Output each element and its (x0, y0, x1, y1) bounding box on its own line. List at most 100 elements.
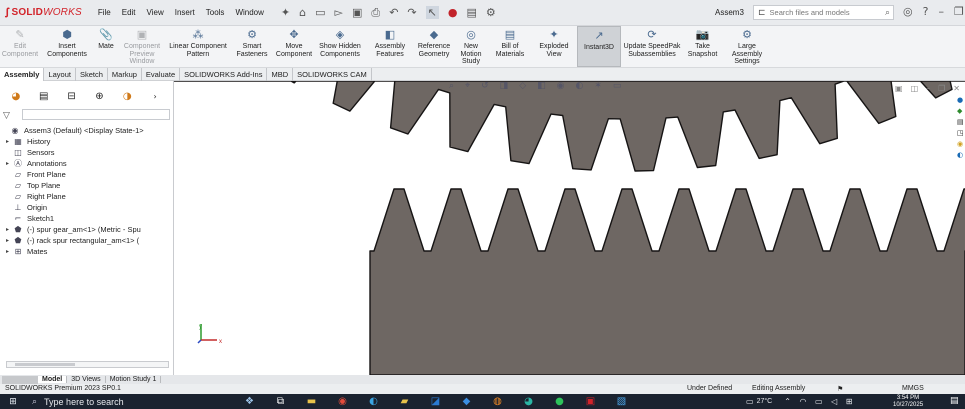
edit-appearance-icon[interactable]: ◐ (575, 81, 583, 91)
tree-item[interactable]: ▱ Right Plane (0, 191, 173, 202)
gear-rack-model[interactable] (174, 81, 965, 375)
ribbon-show-hidden-components-button[interactable]: ◈ Show Hidden Components (315, 26, 365, 67)
firefox-app-icon[interactable]: ◍ (482, 396, 513, 407)
spur-gear[interactable] (174, 81, 965, 172)
tab-motion-study-1[interactable]: Motion Study 1 (106, 376, 162, 383)
display-manager-tab-icon[interactable]: ◑ (117, 91, 137, 103)
tree-filter-input[interactable] (22, 109, 170, 120)
file-properties-icon[interactable]: ▤ (466, 6, 476, 19)
command-tab-sketch[interactable]: Sketch (76, 67, 108, 81)
save-icon[interactable]: ▣ (352, 6, 362, 19)
view-settings-icon[interactable]: ▭ (613, 81, 622, 91)
view-orientation-icon[interactable]: ◇ (519, 81, 526, 91)
tree-item[interactable]: ⊥ Origin (0, 202, 173, 213)
property-manager-tab-icon[interactable]: ▤ (34, 91, 54, 103)
expand-icon[interactable]: ▸ (3, 237, 12, 244)
search-input[interactable]: Search files and models (770, 8, 885, 17)
tree-item[interactable]: ▸ ▦ History (0, 136, 173, 147)
view-palette-icon[interactable]: ◳ (957, 128, 965, 139)
minimize-icon[interactable]: – (938, 5, 944, 18)
rebuild-status-icon[interactable]: ⚑ (837, 384, 843, 394)
search-icon[interactable]: ⌕ (885, 8, 890, 18)
weather-icon[interactable]: ▭ (746, 397, 754, 406)
expand-icon[interactable]: ▸ (3, 138, 12, 145)
ribbon-exploded-view-button[interactable]: ✦ Exploded View (533, 26, 575, 67)
tree-item[interactable]: ▸ ⬟ (-) spur gear_am<1> (Metric - Spu (0, 224, 173, 235)
ribbon-assembly-features-button[interactable]: ◧ Assembly Features (368, 26, 412, 67)
widgets-icon[interactable]: ❖ (234, 396, 265, 407)
rack[interactable] (369, 188, 965, 375)
options-icon[interactable]: ⚙ (486, 6, 496, 19)
configuration-manager-tab-icon[interactable]: ⊟ (62, 91, 82, 103)
edge-app-icon[interactable]: ◐ (358, 396, 389, 407)
taskbar-clock[interactable]: 3:54 PM 10/27/2025 (893, 395, 923, 408)
file-explorer-icon[interactable]: ▤ (957, 117, 965, 128)
windows-start-icon[interactable]: ⊞ (6, 397, 20, 407)
ribbon-bill-of-materials-button[interactable]: ▤ Bill of Materials (489, 26, 531, 67)
tree-item[interactable]: ◫ Sensors (0, 147, 173, 158)
tab-navigation[interactable] (2, 375, 38, 384)
command-tab-assembly[interactable]: Assembly (0, 67, 45, 81)
rebuild-icon[interactable]: ● (448, 6, 458, 19)
tree-horizontal-scrollbar[interactable] (6, 361, 169, 368)
undo-icon[interactable]: ↶ (389, 6, 398, 19)
viewport-tile-icon[interactable]: ◫ (911, 84, 919, 93)
ribbon-large-assembly-settings-button[interactable]: ⚙ Large Assembly Settings (724, 26, 770, 67)
user-icon[interactable]: ◎ (903, 5, 913, 18)
design-library-icon[interactable]: ◆ (957, 106, 965, 117)
open-icon[interactable]: ▻ (335, 6, 343, 19)
scrollbar-thumb[interactable] (15, 363, 75, 366)
command-tab-solidworks-cam[interactable]: SOLIDWORKS CAM (293, 67, 372, 81)
new-document-icon[interactable]: ▭ (315, 6, 325, 19)
ribbon-smart-fasteners-button[interactable]: ⚙ Smart Fasteners (232, 26, 272, 67)
select-icon[interactable]: ↖ (425, 6, 439, 19)
taskbar-search[interactable]: ⌕ Type here to search (32, 394, 214, 409)
menu-insert[interactable]: Insert (175, 8, 195, 17)
command-tab-markup[interactable]: Markup (108, 67, 142, 81)
ribbon-reference-geometry-button[interactable]: ◆ Reference Geometry (415, 26, 453, 67)
tree-item[interactable]: ◉ Assem3 (Default) <Display State-1> (0, 125, 173, 136)
section-view-icon[interactable]: ◨ (500, 81, 509, 91)
ribbon-move-component-button[interactable]: ✥ Move Component (274, 26, 314, 67)
resources-icon[interactable]: ● (957, 95, 965, 106)
tree-item[interactable]: ⌐ Sketch1 (0, 213, 173, 224)
menu-edit[interactable]: Edit (122, 8, 136, 17)
command-tab-solidworks-add-ins[interactable]: SOLIDWORKS Add-Ins (180, 67, 268, 81)
previous-view-icon[interactable]: ↺ (481, 81, 489, 91)
hide-show-icon[interactable]: ◉ (557, 81, 565, 91)
more-tabs-icon[interactable]: › (145, 91, 165, 103)
search-box[interactable]: ⊏ Search files and models ⌕ (753, 5, 894, 20)
store-app-icon[interactable]: ◆ (451, 396, 482, 407)
scenes-icon[interactable]: ✶ (594, 81, 602, 91)
tree-item[interactable]: ▸ ⬟ (-) rack spur rectangular_am<1> ( (0, 235, 173, 246)
ribbon-take-snapshot-button[interactable]: 📷 Take Snapshot (683, 26, 722, 67)
tab-3d-views[interactable]: 3D Views (67, 376, 106, 383)
file-explorer-app-icon[interactable]: ▬ (296, 396, 327, 407)
notifications-icon[interactable]: ▤ (950, 396, 959, 406)
ribbon-component-preview-window-button[interactable]: ▣ Component Preview Window (120, 26, 164, 67)
command-tab-evaluate[interactable]: Evaluate (142, 67, 181, 81)
graphics-area[interactable]: ⌕ ⌖ ↺ ◨ ◇ ◧ ◉ ◐ ✶ ▭ ▣ ◫ – ❐ ✕ ● ◆ ▤ ◳ ◉ … (174, 81, 965, 375)
expand-icon[interactable]: ▸ (3, 248, 12, 255)
viewport-close-icon[interactable]: ✕ (953, 84, 960, 93)
ribbon-linear-component-pattern-button[interactable]: ⁂ Linear Component Pattern (167, 26, 229, 67)
menu-window[interactable]: Window (235, 8, 263, 17)
ribbon-mate-button[interactable]: 📎 Mate (94, 26, 118, 67)
pin-icon[interactable]: ✦ (281, 6, 290, 19)
task-view-icon[interactable]: ⧉ (265, 396, 296, 407)
ribbon-instant3d-button[interactable]: ↗ Instant3D (577, 26, 621, 67)
ribbon-new-motion-study-button[interactable]: ◎ New Motion Study (455, 26, 487, 67)
tree-item[interactable]: ▸ ⊞ Mates (0, 246, 173, 257)
menu-tools[interactable]: Tools (206, 8, 225, 17)
viewport-minimize-icon[interactable]: – (926, 84, 930, 93)
tray-icons[interactable]: ⌃ ◠ ▭ ◁ ⊞ (784, 397, 855, 406)
ribbon-edit-component-button[interactable]: ✎ Edit Component (0, 26, 40, 67)
folder-app-icon[interactable]: ▰ (389, 396, 420, 407)
tab-model[interactable]: Model (38, 376, 68, 383)
restore-icon[interactable]: ❐ (954, 5, 964, 18)
command-tab-layout[interactable]: Layout (44, 67, 76, 81)
viewport-restore-icon[interactable]: ❐ (938, 84, 945, 93)
whatsapp-app-icon[interactable]: ● (544, 396, 575, 407)
custom-properties-icon[interactable]: ◐ (957, 150, 965, 161)
tree-item[interactable]: ▱ Front Plane (0, 169, 173, 180)
